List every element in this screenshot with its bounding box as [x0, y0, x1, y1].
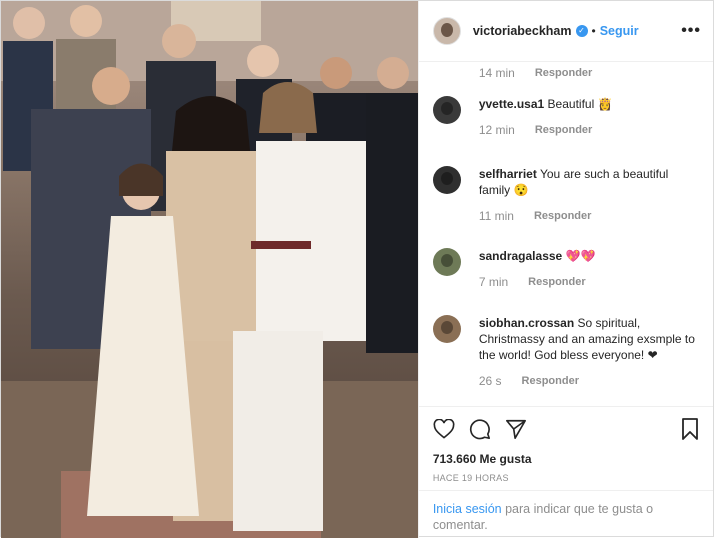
bookmark-icon[interactable]: [681, 417, 699, 443]
comment-time: 26 s: [478, 374, 502, 388]
reply-button[interactable]: Responder: [522, 373, 579, 389]
comments-list[interactable]: 14 min Responder yvette.usa1 Beautiful 👸…: [419, 63, 713, 406]
comment-time: 14 min: [478, 66, 515, 80]
commenter-username[interactable]: siobhan.crossan: [479, 316, 574, 330]
more-options-icon[interactable]: •••: [681, 22, 701, 40]
comment-meta: 26 s Responder: [479, 373, 697, 389]
comment-time: 12 min: [478, 123, 515, 137]
comment-meta: 11 min Responder: [479, 208, 697, 224]
author-avatar[interactable]: [432, 17, 461, 45]
comment-meta: 7 min Responder: [479, 274, 596, 290]
commenter-username[interactable]: yvette.usa1: [479, 97, 544, 111]
reply-button[interactable]: Responder: [528, 274, 585, 290]
comment-time: 7 min: [478, 275, 509, 289]
comment-meta: 14 min Responder: [479, 66, 593, 80]
comment-time: 11 min: [478, 209, 514, 223]
family-photo-illustration: [1, 1, 418, 538]
list-item: yvette.usa1 Beautiful 👸 12 min Responder: [432, 96, 697, 138]
login-prompt: Inicia sesión para indicar que te gusta …: [418, 490, 713, 543]
list-item: sandragalasse 💖💖 7 min Responder: [432, 248, 697, 290]
post-timestamp: HACE 19 HORAS: [432, 473, 509, 483]
post-sidebar: victoriabeckham ✓ • Seguir ••• 14 min Re…: [417, 1, 713, 538]
post-container: victoriabeckham ✓ • Seguir ••• 14 min Re…: [0, 0, 714, 538]
follow-button[interactable]: Seguir: [600, 24, 639, 38]
commenter-avatar[interactable]: [432, 315, 461, 343]
verified-badge-icon: ✓: [575, 25, 588, 37]
author-username[interactable]: victoriabeckham: [473, 24, 572, 38]
comment-meta: 12 min Responder: [479, 122, 613, 138]
post-photo[interactable]: [1, 1, 418, 538]
reply-button[interactable]: Responder: [534, 208, 591, 224]
commenter-username[interactable]: sandragalasse: [479, 249, 562, 263]
like-count[interactable]: 713.660 Me gusta: [433, 452, 699, 466]
commenter-avatar[interactable]: [432, 248, 461, 276]
header-separator: •: [591, 24, 596, 38]
list-item: selfharriet You are such a beautiful fam…: [432, 166, 697, 224]
commenter-username[interactable]: selfharriet: [479, 167, 537, 181]
post-header: victoriabeckham ✓ • Seguir •••: [418, 1, 713, 62]
comment-text: Beautiful 👸: [547, 97, 613, 111]
share-icon[interactable]: [505, 418, 527, 443]
action-icons: [433, 417, 699, 443]
reply-button[interactable]: Responder: [535, 67, 592, 79]
commenter-avatar[interactable]: [432, 96, 461, 124]
list-item: siobhan.crossan So spiritual, Christmass…: [432, 315, 697, 389]
comment-icon[interactable]: [469, 418, 491, 443]
login-link[interactable]: Inicia sesión: [433, 502, 502, 516]
heart-icon[interactable]: [433, 418, 455, 442]
post-actions: 713.660 Me gusta HACE 19 HORAS: [418, 406, 713, 483]
reply-button[interactable]: Responder: [535, 122, 592, 138]
comment-text: 💖💖: [565, 249, 596, 263]
commenter-avatar[interactable]: [432, 166, 461, 194]
